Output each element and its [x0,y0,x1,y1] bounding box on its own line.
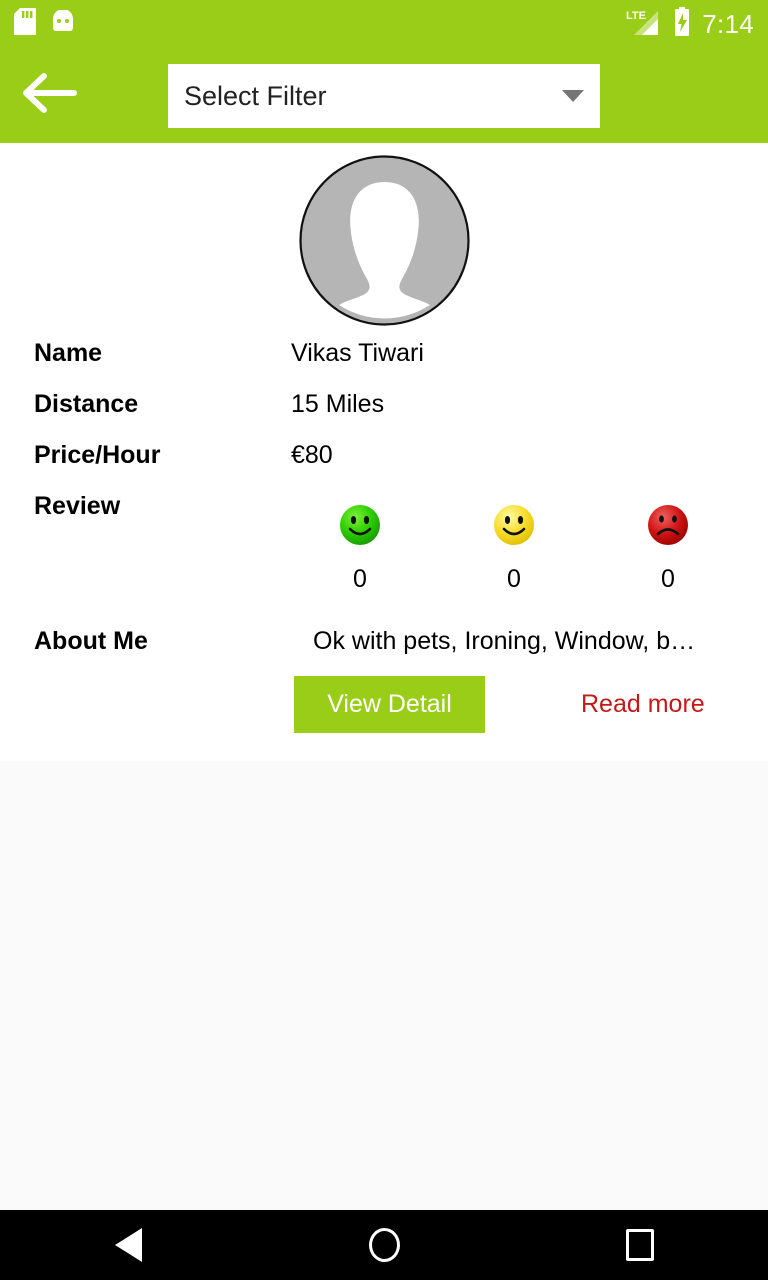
view-detail-button[interactable]: View Detail [294,676,485,733]
row-name: Name Vikas Tiwari [0,339,768,381]
smiley-sad-red-icon[interactable] [646,503,690,547]
smiley-neutral-yellow-icon[interactable] [492,503,536,547]
status-bar: LTE 7:14 [0,0,768,48]
provider-profile-card[interactable]: Name Vikas Tiwari Distance 15 Miles Pric… [0,143,768,904]
review-positive-count: 0 [353,565,367,593]
app-bar: Select Filter [0,48,768,143]
smiley-happy-green-icon[interactable] [338,503,382,547]
status-bar-right-icons: LTE 7:14 [626,6,754,42]
nav-back-button[interactable] [64,1210,192,1280]
row-distance: Distance 15 Miles [0,390,768,432]
back-button[interactable] [0,48,100,143]
read-more-link[interactable]: Read more [581,676,705,733]
sd-card-icon [14,8,36,40]
value-price-per-hour: €80 [291,441,333,469]
caret-down-icon [562,90,584,102]
review-positive: 0 [305,503,415,592]
nav-recents-square-icon [626,1229,654,1261]
review-negative-count: 0 [661,565,675,593]
review-neutral-count: 0 [507,565,521,593]
svg-text:LTE: LTE [626,10,646,22]
review-negative: 0 [613,503,723,592]
status-bar-clock: 7:14 [702,9,754,39]
nav-recents-button[interactable] [576,1210,704,1280]
label-price-per-hour: Price/Hour [34,441,161,469]
review-rating-group: 0 0 0 [0,503,768,613]
value-name: Vikas Tiwari [291,339,424,367]
nav-home-circle-icon [368,1228,400,1262]
nav-home-button[interactable] [320,1210,448,1280]
label-about-me: About Me [34,627,148,655]
arrow-left-icon [22,72,78,119]
select-filter-spinner[interactable]: Select Filter [168,64,600,128]
select-filter-value: Select Filter [184,80,327,111]
row-price-per-hour: Price/Hour €80 [0,441,768,483]
label-name: Name [34,339,103,367]
system-navigation-bar [0,1210,768,1280]
label-distance: Distance [34,390,139,418]
status-bar-left-icons [14,8,76,40]
value-distance: 15 Miles [291,390,385,418]
review-neutral: 0 [459,503,569,592]
app-screen: LTE 7:14 Select Filter Name Vikas Tiwari… [0,0,768,1280]
list-empty-area [0,761,768,1210]
value-about-me: Ok with pets, Ironing, Window, b… [313,627,696,655]
android-robot-icon [50,8,76,39]
battery-charging-icon [672,6,692,42]
person-placeholder-avatar [299,155,470,326]
nav-back-triangle-icon [114,1228,142,1262]
lte-signal-icon: LTE [626,7,662,42]
